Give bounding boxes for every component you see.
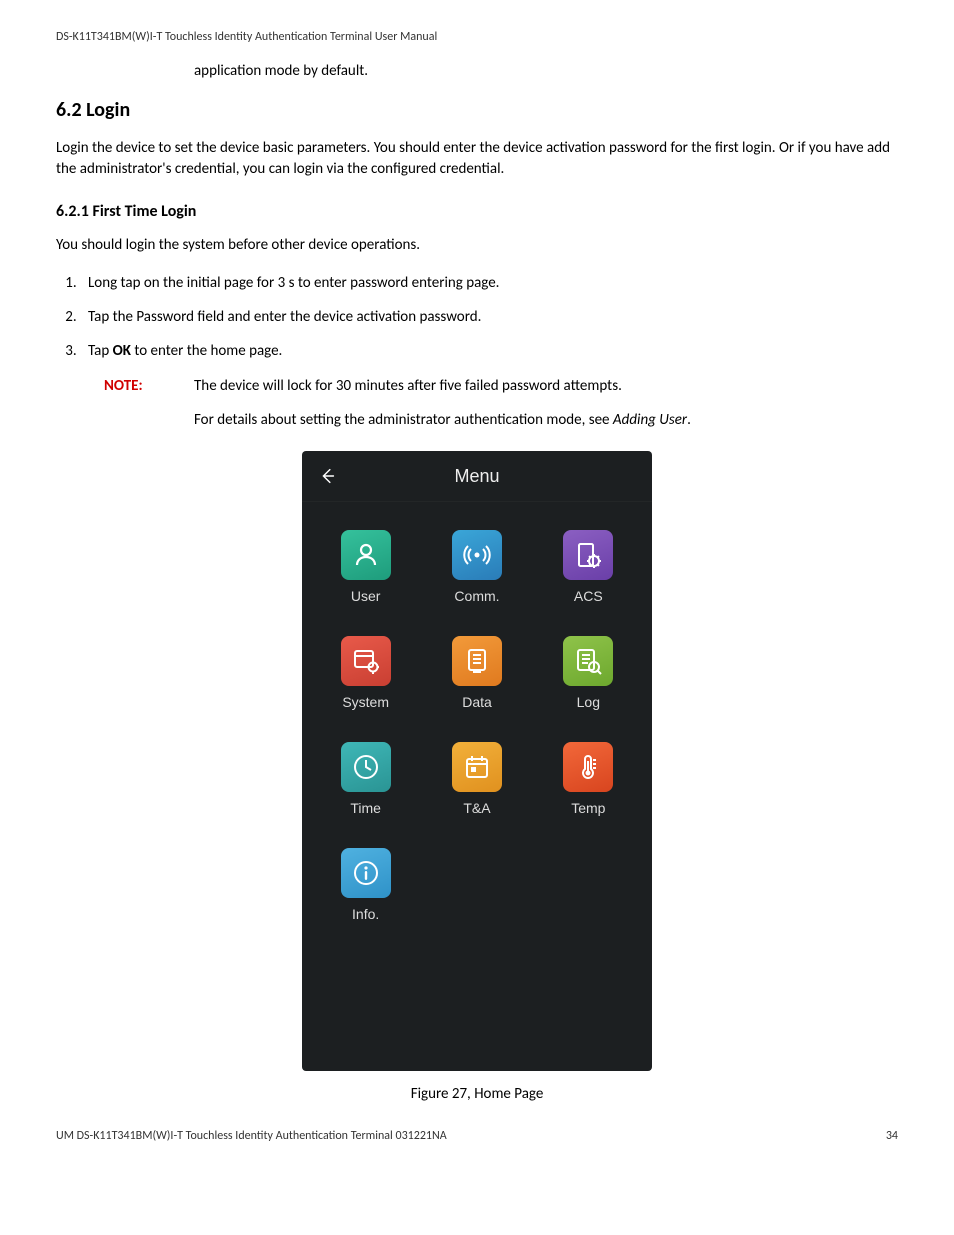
menu-item-label: T&A [463,800,490,816]
menu-item-user[interactable]: User [324,530,407,604]
footer-left: UM DS-K11T341BM(W)I-T Touchless Identity… [56,1129,447,1143]
back-button[interactable] [302,466,352,486]
subsection-heading: 6.2.1 First Time Login [56,202,898,221]
steps-list: Long tap on the initial page for 3 s to … [56,274,898,360]
step-item: Long tap on the initial page for 3 s to … [80,274,898,292]
log-icon [563,636,613,686]
page-footer: UM DS-K11T341BM(W)I-T Touchless Identity… [56,1129,898,1143]
menu-item-label: Temp [571,800,605,816]
app-grid: User Comm. ACS System Data Log Time T&A Temp Info… [302,502,652,922]
menu-item-label: Info. [352,906,379,922]
note-followup: For details about setting the administra… [194,411,898,429]
subsection-intro: You should login the system before other… [56,235,898,256]
footer-page-number: 34 [886,1129,898,1143]
door-gear-icon [563,530,613,580]
menu-item-comm[interactable]: Comm. [435,530,518,604]
info-icon [341,848,391,898]
section-number: 6.2 [56,98,82,122]
menu-item-label: Data [462,694,492,710]
signal-icon [452,530,502,580]
figure-image: Menu User Comm. ACS System Data Log Time T&A Tem… [56,451,898,1071]
device-screen: Menu User Comm. ACS System Data Log Time T&A Tem… [302,451,652,1071]
menu-item-log[interactable]: Log [547,636,630,710]
thermometer-icon [563,742,613,792]
menu-item-label: Log [577,694,600,710]
menu-item-label: System [342,694,389,710]
screen-title: Menu [302,466,652,487]
menu-item-label: Comm. [454,588,499,604]
menu-item-label: User [351,588,381,604]
menu-item-time[interactable]: Time [324,742,407,816]
screen-header: Menu [302,451,652,502]
figure-caption: Figure 27, Home Page [56,1085,898,1103]
data-icon [452,636,502,686]
note-body: The device will lock for 30 minutes afte… [194,376,898,397]
note-label: NOTE: [104,376,194,397]
window-gear-icon [341,636,391,686]
subsection-title: First Time Login [93,202,197,221]
prior-paragraph: application mode by default. [194,62,898,80]
section-heading: 6.2 Login [56,98,898,122]
arrow-left-icon [317,466,337,486]
menu-item-info[interactable]: Info. [324,848,407,922]
menu-item-acs[interactable]: ACS [547,530,630,604]
subsection-number: 6.2.1 [56,202,89,221]
clock-icon [341,742,391,792]
note-block: NOTE: The device will lock for 30 minute… [104,376,898,397]
step-item: Tap the Password field and enter the dev… [80,308,898,326]
page-header: DS-K11T341BM(W)I-T Touchless Identity Au… [56,30,898,44]
menu-item-system[interactable]: System [324,636,407,710]
step-item: Tap OK to enter the home page. [80,342,898,360]
menu-item-ta[interactable]: T&A [435,742,518,816]
section-intro: Login the device to set the device basic… [56,138,898,180]
calendar-icon [452,742,502,792]
user-icon [341,530,391,580]
menu-item-temp[interactable]: Temp [547,742,630,816]
section-title: Login [86,98,130,122]
menu-item-label: Time [350,800,381,816]
menu-item-label: ACS [574,588,603,604]
menu-item-data[interactable]: Data [435,636,518,710]
